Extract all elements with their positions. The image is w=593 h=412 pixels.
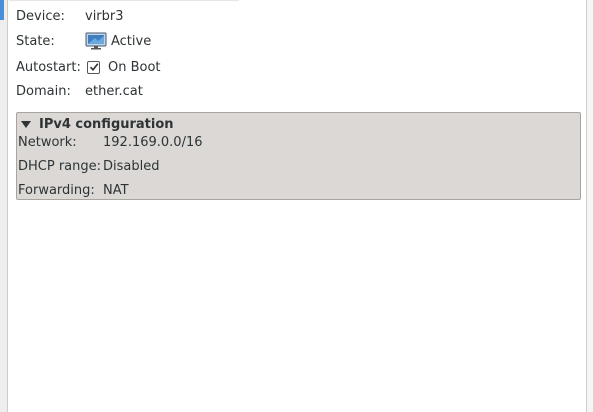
ipv4-expander-header[interactable]: IPv4 configuration xyxy=(20,115,174,133)
network-row: Network: 192.169.0.0/16 xyxy=(18,132,203,152)
domain-row: Domain: ether.cat xyxy=(16,81,143,101)
checkmark-icon xyxy=(89,63,98,72)
dhcp-label: DHCP range: xyxy=(18,158,102,174)
autostart-row: Autostart: On Boot xyxy=(16,57,161,77)
monitor-icon xyxy=(85,32,107,50)
ipv4-expander: IPv4 configuration Network: 192.169.0.0/… xyxy=(16,112,581,200)
state-row: State: Active xyxy=(16,31,151,51)
forwarding-value: NAT xyxy=(103,182,129,198)
autostart-value-group: On Boot xyxy=(85,60,161,75)
dhcp-row: DHCP range: Disabled xyxy=(18,156,159,176)
device-row: Device: virbr3 xyxy=(16,6,124,26)
network-value: 192.169.0.0/16 xyxy=(103,134,203,150)
autostart-checkbox[interactable] xyxy=(87,60,100,74)
autostart-label: Autostart: xyxy=(16,59,81,75)
right-pane-edge xyxy=(587,0,593,412)
state-value-group: Active xyxy=(85,32,151,50)
forwarding-label: Forwarding: xyxy=(18,182,95,198)
top-divider xyxy=(9,0,239,1)
ipv4-title[interactable]: IPv4 configuration xyxy=(39,117,174,132)
selection-accent xyxy=(0,0,4,20)
state-value: Active xyxy=(111,33,152,49)
device-value: virbr3 xyxy=(85,8,124,24)
dhcp-value: Disabled xyxy=(103,158,160,174)
domain-label: Domain: xyxy=(16,83,71,99)
forwarding-row: Forwarding: NAT xyxy=(18,180,129,200)
device-label: Device: xyxy=(16,8,65,24)
network-label: Network: xyxy=(18,134,77,150)
autostart-value[interactable]: On Boot xyxy=(108,60,161,75)
left-pane-edge xyxy=(0,0,8,412)
expand-arrow-icon[interactable] xyxy=(21,120,31,128)
state-label: State: xyxy=(16,33,55,49)
network-details-pane: Device: virbr3 State: Active Autostart: xyxy=(0,0,593,412)
domain-value: ether.cat xyxy=(85,83,143,99)
